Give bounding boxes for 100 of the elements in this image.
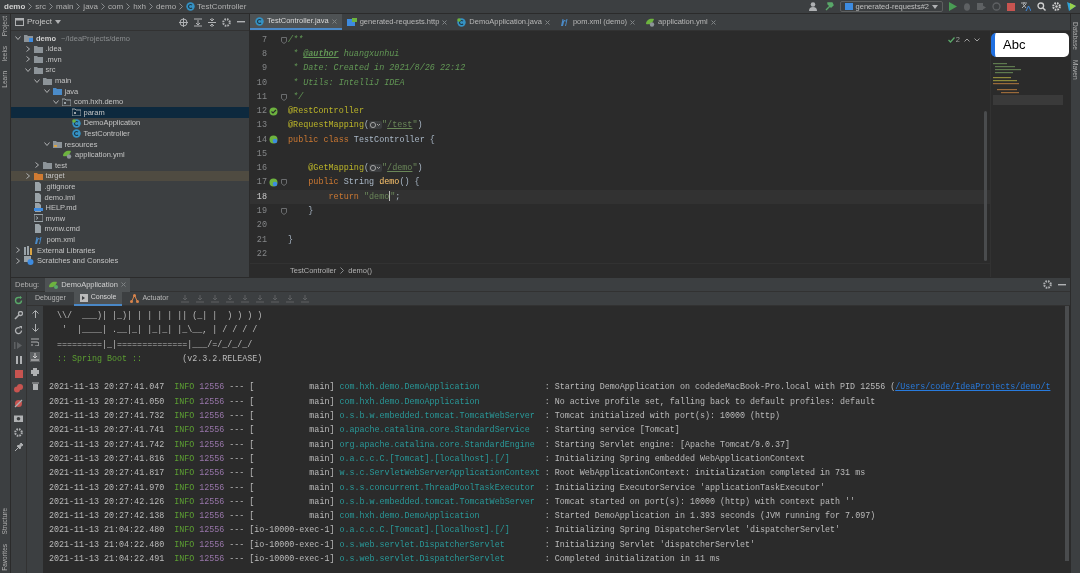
rerun-icon[interactable] [14,296,23,305]
line-number: 21 [255,233,267,247]
search-icon[interactable] [1037,2,1046,11]
collapse-all-icon[interactable] [208,17,216,27]
log-logger: o.s.s.concurrent.ThreadPoolTaskExecutor [339,481,536,495]
settings-icon[interactable] [14,428,23,437]
refresh-icon[interactable] [14,326,23,335]
log-separator: --- [229,395,245,409]
settings-icon[interactable] [222,17,231,27]
log-thread: [ main] [249,438,335,452]
log-timestamp: 2021-11-13 20:27:41.050 [49,395,165,409]
fold-icon[interactable] [281,93,287,101]
file-icon [33,224,42,234]
package-folder-icon [71,108,81,117]
stop-icon[interactable] [14,370,23,378]
print-icon[interactable] [31,368,39,376]
log-timestamp: 2021-11-13 20:27:41.817 [49,467,165,481]
code-line: } [288,233,294,247]
fold-icon[interactable] [281,179,287,187]
run-icon[interactable] [949,2,957,11]
class-icon [71,118,81,128]
scrollbar[interactable] [1065,306,1069,561]
code-line: @RestController [288,105,364,118]
line-number: 11 [255,90,267,104]
log-level: INFO [174,538,195,552]
log-timestamp: 2021-11-13 20:27:41.047 [49,381,165,395]
chevron-down-icon[interactable] [974,37,980,42]
breadcrumb-item[interactable]: hxh [133,0,147,13]
camera-icon[interactable] [14,414,23,422]
file-path-link[interactable]: /Users/code/IdeaProjects/demo/t [895,380,1051,395]
stop-icon[interactable] [1007,2,1015,11]
close-icon[interactable] [544,19,550,25]
bean-icon[interactable] [269,106,278,116]
code-line: @GetMapping( "/demo") [307,162,423,175]
breadcrumb-item[interactable]: TestController [186,0,247,13]
trash-icon[interactable] [31,382,39,390]
wrench-icon[interactable] [14,311,23,320]
log-timestamp: 2021-11-13 20:27:42.126 [49,495,165,509]
minimize-icon[interactable] [237,21,245,23]
fold-icon[interactable] [281,36,287,44]
close-icon[interactable] [120,282,126,287]
log-level: INFO [174,481,195,495]
log-thread: [io-10000-exec-1] [249,538,335,552]
breadcrumb-item[interactable]: demo [156,0,177,13]
folder-icon [52,140,62,149]
logo-icon[interactable] [1067,2,1076,11]
line-number: 15 [255,147,267,161]
breakpoints-icon[interactable] [14,384,23,393]
breadcrumb-item[interactable]: java [83,0,99,13]
log-thread: [ main] [249,495,335,509]
log-message: : Starting DemoApplication on codedeMacBook-Pro.local with PID 12556 ( [544,381,896,395]
close-icon[interactable] [442,19,448,25]
log-level: INFO [174,395,195,409]
project-view-dropdown[interactable]: Project [15,16,61,28]
log-pid: 12556 [199,452,225,466]
arrow-down-icon[interactable] [31,324,39,332]
log-thread: [ main] [249,481,335,495]
log-message: : Initializing ExecutorService 'applicationTaskExecutor' [544,481,826,495]
console-line: ' |____| .__|_| |_|_| |_\__, | / / / / [61,324,259,338]
pause-icon[interactable] [14,356,23,364]
scroll-to-end-icon[interactable] [30,352,40,362]
breadcrumb-item[interactable]: src [35,0,46,13]
scrollbar[interactable] [984,111,987,261]
log-logger: w.s.c.ServletWebServerApplicationContext [339,467,541,481]
nodes-icon [130,294,140,303]
breadcrumb-item[interactable]: demo [4,0,26,13]
target-icon[interactable] [179,17,188,27]
breadcrumb-item[interactable]: main [56,0,74,13]
breadcrumb-separator-icon [49,3,53,10]
settings-icon[interactable] [1052,2,1061,11]
console-line: (v2.3.2.RELEASE) [181,352,263,366]
chevron-icon[interactable] [43,141,50,148]
settings-icon[interactable] [1043,280,1052,289]
expand-all-icon[interactable] [194,17,202,27]
chevron-up-icon[interactable] [964,37,970,42]
line-number: 9 [260,62,267,75]
terminal-file-icon [33,214,43,223]
log-separator: --- [229,424,245,438]
mute-breakpoints-icon[interactable] [14,399,23,408]
leaf-file-icon [645,17,656,27]
translate-icon[interactable] [1021,2,1031,11]
line-number: 7 [260,33,267,47]
package-folder-icon [62,97,71,106]
hammer-icon[interactable] [824,2,834,11]
breadcrumb-item[interactable]: com [108,0,124,13]
minimize-icon[interactable] [1058,283,1066,286]
code-line: /** [288,33,304,47]
close-icon[interactable] [630,19,636,25]
user-icon[interactable] [808,2,819,11]
breadcrumb-separator-icon [126,3,131,10]
console-line: :: Spring Boot :: [56,352,144,366]
library-icon [24,245,34,255]
close-icon[interactable] [331,18,337,24]
close-icon[interactable] [710,19,716,25]
soft-wrap-icon[interactable] [31,338,39,346]
arrow-up-icon[interactable] [31,310,39,318]
log-level: INFO [174,467,195,481]
breadcrumb-separator-icon [28,3,33,10]
pin-icon[interactable] [14,443,23,452]
fold-icon[interactable] [281,207,287,215]
